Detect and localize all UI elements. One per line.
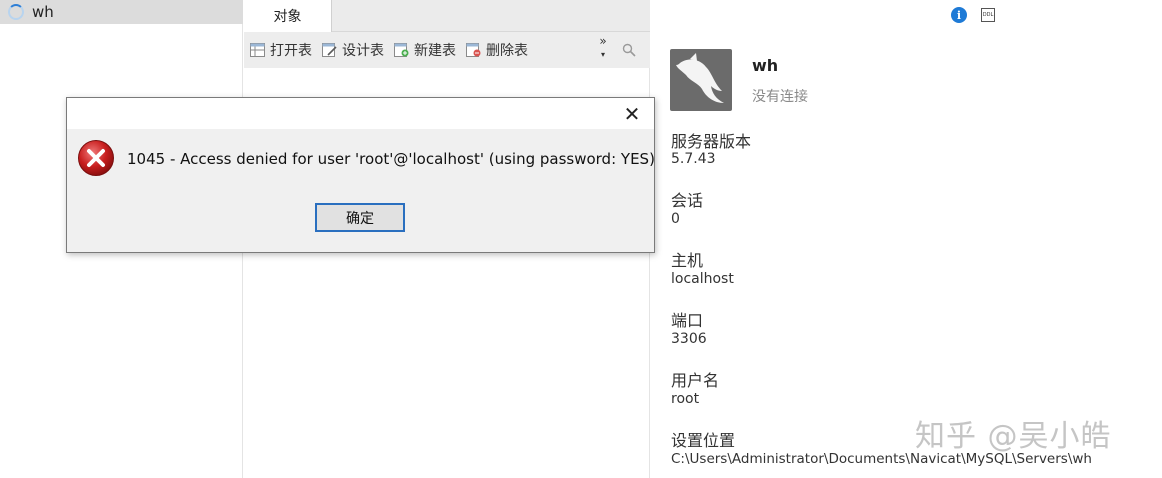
double-chevron-right-icon: » xyxy=(599,34,607,48)
dolphin-icon xyxy=(676,53,724,103)
connection-name: wh xyxy=(752,56,779,75)
new-table-icon xyxy=(394,43,409,57)
toolbar-overflow-button[interactable]: » ▾ xyxy=(596,34,610,62)
server-version-value: 5.7.43 xyxy=(671,151,716,167)
loading-spinner-icon xyxy=(8,4,24,20)
new-table-label: 新建表 xyxy=(414,43,456,59)
open-table-icon xyxy=(250,43,265,57)
host-value: localhost xyxy=(671,271,734,287)
mysql-dolphin-logo xyxy=(670,49,732,111)
open-table-label: 打开表 xyxy=(270,43,312,59)
delete-table-label: 删除表 xyxy=(486,43,528,59)
ok-button[interactable]: 确定 xyxy=(315,203,405,232)
delete-table-button[interactable]: 删除表 xyxy=(466,38,528,62)
settings-location-label: 设置位置 xyxy=(671,431,736,450)
search-icon[interactable] xyxy=(622,43,636,57)
tab-objects[interactable]: 对象 xyxy=(244,0,332,32)
watermark: 知乎 @吴小皓 xyxy=(915,419,1112,454)
delete-table-icon xyxy=(466,43,481,57)
ddl-icon[interactable]: DDL xyxy=(981,8,995,22)
dialog-titlebar: ✕ xyxy=(67,98,654,129)
design-table-label: 设计表 xyxy=(342,43,384,59)
port-value: 3306 xyxy=(671,331,707,347)
session-value: 0 xyxy=(671,211,680,227)
close-icon[interactable]: ✕ xyxy=(620,102,644,126)
error-message: 1045 - Access denied for user 'root'@'lo… xyxy=(127,150,655,168)
design-table-button[interactable]: 设计表 xyxy=(322,38,384,62)
info-panel-toolbar: i DDL xyxy=(951,7,995,23)
server-version-label: 服务器版本 xyxy=(671,132,752,151)
design-table-icon xyxy=(322,43,337,57)
object-toolbar: 打开表 设计表 新建表 删除表 » ▾ xyxy=(244,32,650,68)
error-dialog: ✕ 1045 - Access denied for user 'root'@'… xyxy=(66,97,655,253)
tab-bar: 对象 xyxy=(244,0,650,32)
tree-item-connection[interactable]: wh xyxy=(0,0,243,24)
username-label: 用户名 xyxy=(671,371,720,390)
info-icon[interactable]: i xyxy=(951,7,967,23)
new-table-button[interactable]: 新建表 xyxy=(394,38,456,62)
username-value: root xyxy=(671,391,700,407)
open-table-button[interactable]: 打开表 xyxy=(250,38,312,62)
connection-status: 没有连接 xyxy=(752,89,808,105)
port-label: 端口 xyxy=(671,311,704,330)
error-icon xyxy=(78,140,114,176)
tree-item-label: wh xyxy=(32,3,54,21)
session-label: 会话 xyxy=(671,191,704,210)
small-down-arrow-icon: ▾ xyxy=(600,50,605,59)
connection-info-panel: i DDL wh 没有连接 服务器版本 5.7.43 会话 0 主机 local… xyxy=(651,0,1162,478)
host-label: 主机 xyxy=(671,251,704,270)
